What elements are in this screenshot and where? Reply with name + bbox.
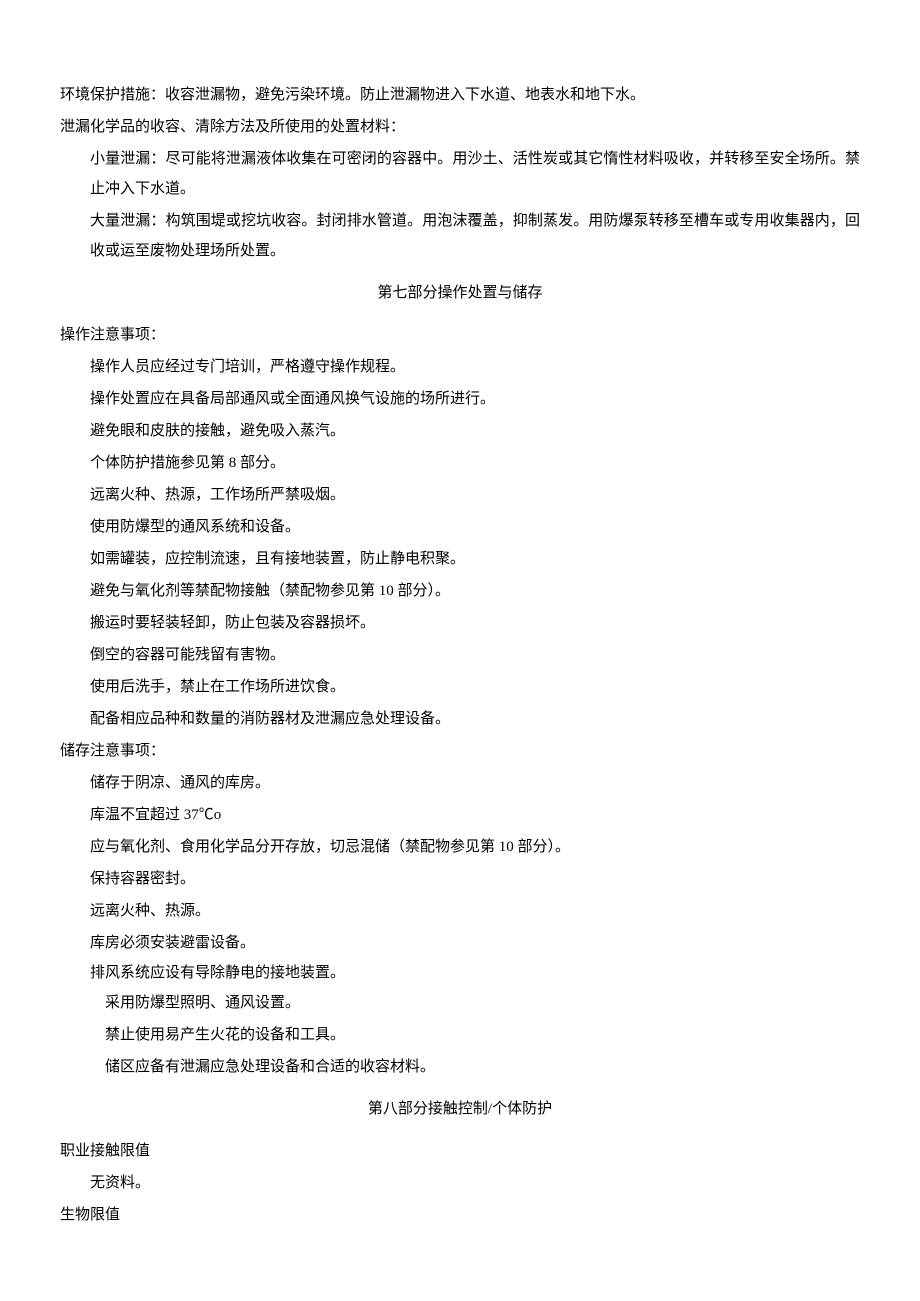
storage-item: 应与氧化剂、食用化学品分开存放，切忌混储（禁配物参见第 10 部分）。 [60,832,860,862]
storage-item-indent: 采用防爆型照明、通风设置。 [60,990,860,1018]
storage-item: 库房必须安装避雷设备。 [60,928,860,958]
storage-item: 排风系统应设有导除静电的接地装置。 [60,960,860,988]
operation-item: 操作处置应在具备局部通风或全面通风换气设施的场所进行。 [60,384,860,414]
storage-header: 储存注意事项： [60,736,860,766]
storage-item: 储存于阴凉、通风的库房。 [60,768,860,798]
section-8-title: 第八部分接触控制/个体防护 [60,1094,860,1124]
small-leak-text: 小量泄漏：尽可能将泄漏液体收集在可密闭的容器中。用沙土、活性炭或其它惰性材料吸收… [60,144,860,204]
storage-item-indent: 禁止使用易产生火花的设备和工具。 [60,1020,860,1050]
operation-header: 操作注意事项： [60,320,860,350]
storage-item: 库温不宜超过 37℃o [60,800,860,830]
cleanup-header: 泄漏化学品的收容、清除方法及所使用的处置材料： [60,112,860,142]
storage-item-indent: 储区应备有泄漏应急处理设备和合适的收容材料。 [60,1052,860,1082]
large-leak-text: 大量泄漏：构筑围堤或挖坑收容。封闭排水管道。用泡沫覆盖，抑制蒸发。用防爆泵转移至… [60,206,860,266]
storage-item: 远离火种、热源。 [60,896,860,926]
operation-item: 如需罐装，应控制流速，且有接地装置，防止静电积聚。 [60,544,860,574]
no-data-text: 无资料。 [60,1168,860,1198]
storage-item: 保持容器密封。 [60,864,860,894]
env-protection-text: 环境保护措施：收容泄漏物，避免污染环境。防止泄漏物进入下水道、地表水和地下水。 [60,80,860,110]
operation-item: 避免与氧化剂等禁配物接触（禁配物参见第 10 部分）。 [60,576,860,606]
bio-limit-header: 生物限值 [60,1200,860,1230]
operation-item: 搬运时要轻装轻卸，防止包装及容器损坏。 [60,608,860,638]
operation-item: 配备相应品种和数量的消防器材及泄漏应急处理设备。 [60,704,860,734]
operation-item: 操作人员应经过专门培训，严格遵守操作规程。 [60,352,860,382]
operation-item: 倒空的容器可能残留有害物。 [60,640,860,670]
operation-item: 个体防护措施参见第 8 部分。 [60,448,860,478]
operation-item: 使用防爆型的通风系统和设备。 [60,512,860,542]
occupational-limit-header: 职业接触限值 [60,1136,860,1166]
operation-item: 远离火种、热源，工作场所严禁吸烟。 [60,480,860,510]
section-7-title: 第七部分操作处置与储存 [60,278,860,308]
operation-item: 避免眼和皮肤的接触，避免吸入蒸汽。 [60,416,860,446]
operation-item: 使用后洗手，禁止在工作场所进饮食。 [60,672,860,702]
